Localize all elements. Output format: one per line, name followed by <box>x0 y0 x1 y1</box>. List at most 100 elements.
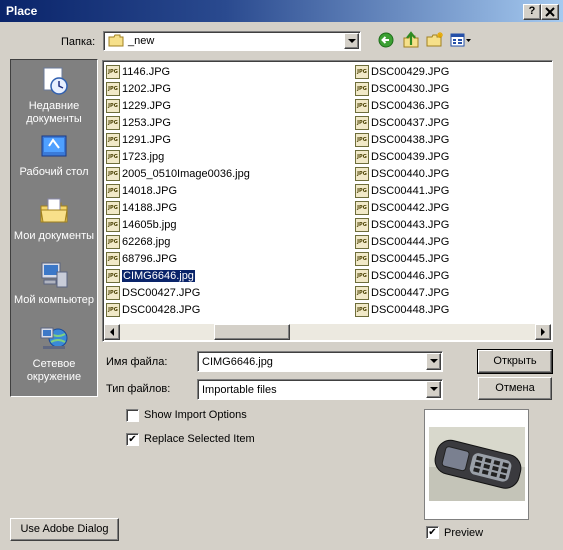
list-item[interactable]: JPG 14188.JPG <box>106 200 177 216</box>
file-name: DSC00436.JPG <box>371 100 450 112</box>
new-folder-icon[interactable] <box>426 31 444 49</box>
jpg-file-icon: JPG <box>355 150 369 165</box>
horizontal-scrollbar[interactable] <box>104 324 551 340</box>
list-item[interactable]: JPG DSC00436.JPG <box>355 98 449 114</box>
filetype-select[interactable]: Importable files <box>197 379 443 400</box>
list-item[interactable]: JPG DSC00438.JPG <box>355 132 449 148</box>
jpg-file-icon: JPG <box>106 218 120 233</box>
list-item[interactable]: JPG 62268.jpg <box>106 234 170 250</box>
folder-dropdown-button[interactable] <box>344 33 359 49</box>
close-button[interactable] <box>541 4 559 20</box>
file-name: DSC00438.JPG <box>371 134 450 146</box>
file-name: DSC00429.JPG <box>371 66 450 78</box>
view-menu-button[interactable] <box>450 33 472 49</box>
list-item[interactable]: JPG 2005_0510Image0036.jpg <box>106 166 250 182</box>
jpg-file-icon: JPG <box>355 286 369 301</box>
file-name: 1723.jpg <box>122 151 165 163</box>
chevron-left-icon <box>110 328 114 336</box>
folder-value: _new <box>128 35 155 47</box>
file-name: 1291.JPG <box>122 134 171 146</box>
place-desktop[interactable]: Рабочий стол <box>11 132 97 179</box>
my-documents-icon <box>39 196 69 226</box>
list-item[interactable]: JPG DSC00447.JPG <box>355 285 449 301</box>
network-icon <box>39 324 69 354</box>
file-name: DSC00427.JPG <box>122 287 201 299</box>
place-recent-documents[interactable]: Недавние документы <box>11 66 97 126</box>
list-item[interactable]: JPG 14605b.jpg <box>106 217 176 233</box>
list-item[interactable]: JPG DSC00445.JPG <box>355 251 449 267</box>
help-button[interactable]: ? <box>523 4 541 20</box>
jpg-file-icon: JPG <box>355 116 369 131</box>
list-item[interactable]: JPG 68796.JPG <box>106 251 177 267</box>
file-name: 62268.jpg <box>122 236 171 248</box>
jpg-file-icon: JPG <box>106 201 120 216</box>
list-item[interactable]: JPG DSC00437.JPG <box>355 115 449 131</box>
replace-selected-label: Replace Selected Item <box>144 433 255 445</box>
file-name: 14018.JPG <box>122 185 178 197</box>
list-item[interactable]: JPG 1723.jpg <box>106 149 164 165</box>
back-arrow-icon[interactable] <box>378 32 394 48</box>
window-title: Place <box>6 4 38 18</box>
file-name: DSC00442.JPG <box>371 202 450 214</box>
jpg-file-icon: JPG <box>106 235 120 250</box>
list-item[interactable]: JPG 1291.JPG <box>106 132 171 148</box>
show-import-label: Show Import Options <box>144 409 247 421</box>
chevron-down-icon <box>347 39 356 43</box>
preview-pane <box>424 409 529 520</box>
show-import-checkbox[interactable] <box>126 409 139 422</box>
list-item[interactable]: JPG 14018.JPG <box>106 183 177 199</box>
preview-checkbox[interactable]: ✔ <box>426 526 439 539</box>
place-my-computer[interactable]: Мой компьютер <box>11 260 97 307</box>
jpg-file-icon: JPG <box>106 133 120 148</box>
list-item[interactable]: JPG DSC00443.JPG <box>355 217 449 233</box>
list-item[interactable]: JPG DSC00429.JPG <box>355 64 449 80</box>
file-name: 68796.JPG <box>122 253 178 265</box>
file-name: DSC00446.JPG <box>371 270 450 282</box>
list-item[interactable]: JPG 1253.JPG <box>106 115 171 131</box>
scroll-left-button[interactable] <box>104 324 120 340</box>
list-item[interactable]: JPG CIMG6646.jpg <box>106 268 195 284</box>
list-item[interactable]: JPG DSC00448.JPG <box>355 302 449 318</box>
filetype-value: Importable files <box>202 384 277 396</box>
place-network[interactable]: Сетевое окружение <box>11 324 97 384</box>
file-name: DSC00440.JPG <box>371 168 450 180</box>
list-item[interactable]: JPG 1146.JPG <box>106 64 170 80</box>
jpg-file-icon: JPG <box>355 252 369 267</box>
use-adobe-dialog-button[interactable]: Use Adobe Dialog <box>10 518 119 541</box>
list-item[interactable]: JPG DSC00439.JPG <box>355 149 449 165</box>
place-label: Сетевое окружение <box>26 358 82 383</box>
list-item[interactable]: JPG DSC00430.JPG <box>355 81 449 97</box>
folder-combo[interactable]: _new <box>103 31 361 51</box>
file-name: DSC00441.JPG <box>371 185 450 197</box>
close-icon <box>545 7 555 17</box>
list-item[interactable]: JPG DSC00428.JPG <box>106 302 200 318</box>
file-name: DSC00437.JPG <box>371 117 450 129</box>
list-item[interactable]: JPG DSC00442.JPG <box>355 200 449 216</box>
filename-combo[interactable]: CIMG6646.jpg <box>197 351 443 372</box>
file-list[interactable]: JPG 1146.JPG JPG 1202.JPG JPG 1229.JPG JPG 1253… <box>102 60 553 342</box>
cancel-button[interactable]: Отмена <box>478 377 552 400</box>
filename-input[interactable]: CIMG6646.jpg <box>202 356 273 368</box>
list-item[interactable]: JPG DSC00441.JPG <box>355 183 449 199</box>
scroll-right-button[interactable] <box>535 324 551 340</box>
list-item[interactable]: JPG 1202.JPG <box>106 81 171 97</box>
list-item[interactable]: JPG 1229.JPG <box>106 98 171 114</box>
list-item[interactable]: JPG DSC00427.JPG <box>106 285 200 301</box>
jpg-file-icon: JPG <box>355 65 369 80</box>
chevron-down-icon <box>429 359 438 363</box>
place-my-documents[interactable]: Мои документы <box>11 196 97 243</box>
open-button[interactable]: Открыть <box>477 349 553 374</box>
file-name: 14188.JPG <box>122 202 178 214</box>
list-item[interactable]: JPG DSC00446.JPG <box>355 268 449 284</box>
chevron-down-icon <box>429 387 438 391</box>
file-name: 1253.JPG <box>122 117 171 129</box>
list-item[interactable]: JPG DSC00440.JPG <box>355 166 449 182</box>
filetype-dropdown-button[interactable] <box>426 381 441 398</box>
scroll-thumb[interactable] <box>214 324 290 340</box>
file-name: DSC00447.JPG <box>371 287 450 299</box>
replace-selected-checkbox[interactable]: ✔ <box>126 433 139 446</box>
jpg-file-icon: JPG <box>355 269 369 284</box>
up-folder-icon[interactable] <box>402 31 420 49</box>
list-item[interactable]: JPG DSC00444.JPG <box>355 234 449 250</box>
filename-dropdown-button[interactable] <box>426 353 441 370</box>
